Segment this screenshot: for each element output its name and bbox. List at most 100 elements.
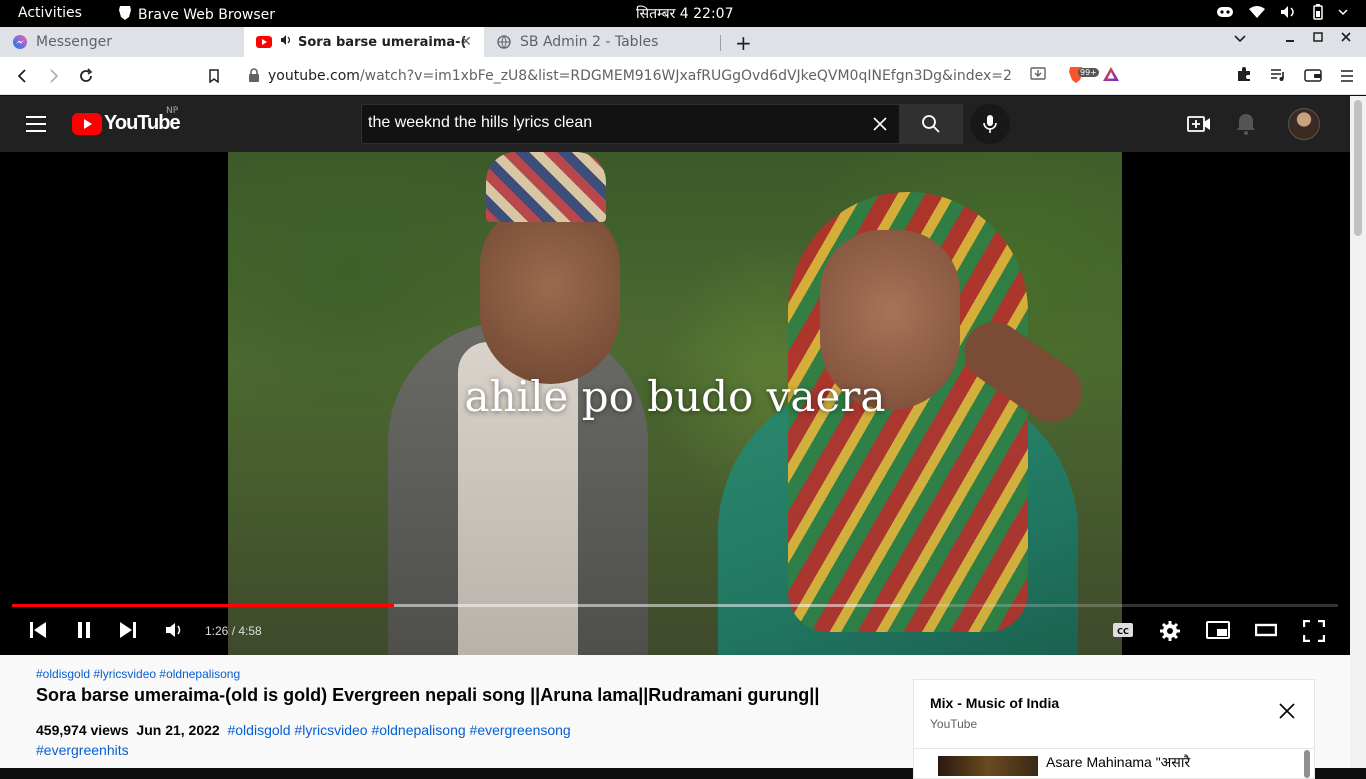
clear-search-icon[interactable] [871,115,889,137]
search-box[interactable] [361,104,900,144]
clock[interactable]: सितम्बर 4 22:07 [636,4,734,23]
url-host: youtube.com [268,68,360,84]
mix-title[interactable]: Mix - Music of India [930,695,1059,711]
app-menu[interactable]: Brave Web Browser [118,5,275,25]
search-input[interactable] [368,114,848,132]
close-playlist-icon[interactable] [1278,702,1296,724]
shield-badge: 99+ [1078,67,1099,77]
brave-shields[interactable]: 99+ [1068,66,1099,88]
youtube-play-logo-icon [72,112,102,135]
mix-subtitle: YouTube [930,717,978,731]
account-avatar[interactable] [1288,108,1320,140]
video-meta: 459,974 views Jun 21, 2022 #oldisgold #l… [36,720,596,760]
bookmark-icon[interactable] [204,66,224,86]
description-hashtags[interactable]: #oldisgold #lyricsvideo #oldnepalisong #… [227,722,570,738]
minimize-icon[interactable] [1284,31,1296,47]
youtube-logo[interactable]: YouTube NP [72,106,181,135]
youtube-favicon-icon [256,34,272,50]
view-count: 459,974 views [36,722,129,738]
toolbar-right [1236,66,1354,86]
lock-icon[interactable] [248,67,260,86]
close-tab-icon[interactable]: ✕ [458,34,474,50]
video-player[interactable]: ahile po budo vaera 1:26 / 4:58 CC [0,152,1350,655]
svg-text:CC: CC [1117,627,1129,636]
extensions-puzzle-icon[interactable] [1236,66,1252,86]
man-face [480,204,620,384]
discord-icon[interactable] [1216,5,1234,19]
menu-hamburger-icon[interactable] [1340,67,1354,86]
page-scrollbar-thumb[interactable] [1354,100,1362,236]
tab-search-chevron-icon[interactable] [1234,31,1246,47]
voice-search-button[interactable] [970,104,1010,144]
brave-lion-icon [118,5,132,25]
activities-button[interactable]: Activities [18,5,82,21]
playlist-scrollbar[interactable] [1304,750,1310,778]
settings-gear-icon[interactable] [1159,620,1181,646]
new-tab-button[interactable]: + [735,31,752,55]
dhaka-topi-cap [486,152,606,222]
upload-date: Jun 21, 2022 [136,722,220,738]
globe-icon [496,34,512,50]
wallet-icon[interactable] [1304,67,1322,86]
notifications-bell-icon[interactable] [1236,112,1256,140]
mix-playlist-panel: Mix - Music of India YouTube Asare Mahin… [913,679,1315,779]
forward-icon[interactable] [44,66,64,86]
miniplayer-icon[interactable] [1206,620,1230,644]
install-icon[interactable] [1030,66,1046,86]
volume-icon[interactable] [1280,5,1298,19]
audio-playing-icon[interactable] [280,34,292,50]
fullscreen-icon[interactable] [1302,619,1326,646]
description-hashtags-2[interactable]: #evergreenhits [36,742,129,758]
url-actions [1030,66,1046,86]
youtube-masthead: YouTube NP [0,96,1350,152]
tab-youtube[interactable]: Sora barse umeraima-(o ✕ [244,27,484,57]
played-bar [12,604,394,607]
tab-separator [720,35,721,51]
search-button[interactable] [899,104,963,144]
video-frame: ahile po budo vaera [228,152,1122,655]
page-scrollbar[interactable] [1350,96,1366,768]
rewards-triangle-icon[interactable] [1102,66,1120,86]
close-window-icon[interactable] [1340,31,1352,47]
pause-icon[interactable] [74,620,94,644]
brave-rewards[interactable] [1102,66,1120,86]
previous-icon[interactable] [28,620,48,644]
url-text[interactable]: youtube.com/watch?v=im1xbFe_zU8&list=RDG… [268,68,1012,84]
tab-title: SB Admin 2 - Tables [520,34,659,50]
maximize-icon[interactable] [1312,31,1324,47]
player-controls: 1:26 / 4:58 CC [0,614,1350,650]
divider [914,748,1314,749]
back-icon[interactable] [12,66,32,86]
theater-mode-icon[interactable] [1254,620,1278,644]
tab-sb-admin[interactable]: SB Admin 2 - Tables [484,27,720,57]
region-code: NP [166,106,179,116]
system-top-bar: Activities Brave Web Browser सितम्बर 4 2… [0,0,1366,27]
wifi-icon[interactable] [1248,5,1266,19]
navigation-bar: youtube.com/watch?v=im1xbFe_zU8&list=RDG… [0,57,1366,95]
guide-menu-icon[interactable] [26,116,46,137]
system-menu-arrow-icon[interactable] [1338,8,1348,16]
time-display: 1:26 / 4:58 [205,624,262,638]
system-tray[interactable] [1216,4,1348,20]
lyric-caption: ahile po budo vaera [464,372,886,421]
reload-icon[interactable] [76,66,96,86]
tab-messenger[interactable]: Messenger [0,27,244,57]
create-video-icon[interactable] [1187,112,1211,140]
tab-title: Messenger [36,34,113,50]
playlist-icon[interactable] [1270,67,1286,86]
next-icon[interactable] [118,620,138,644]
address-bar[interactable]: youtube.com/watch?v=im1xbFe_zU8&list=RDG… [238,60,1130,92]
playlist-item-thumbnail[interactable] [938,756,1038,776]
hashtag-links[interactable]: #oldisgold #lyricsvideo #oldnepalisong [36,667,240,681]
microphone-icon [983,115,997,133]
battery-icon[interactable] [1312,4,1324,20]
playlist-item-title[interactable]: Asare Mahinama "असारै [1046,753,1190,772]
video-title: Sora barse umeraima-(old is gold) Evergr… [36,685,820,705]
messenger-icon [12,34,28,50]
progress-bar[interactable] [12,604,1338,607]
window-controls [1234,31,1352,47]
search-icon [922,115,940,133]
url-path: /watch?v=im1xbFe_zU8&list=RDGMEM916WJxaf… [359,68,1012,84]
subtitles-cc-icon[interactable]: CC [1112,620,1134,644]
volume-control-icon[interactable] [164,620,184,644]
